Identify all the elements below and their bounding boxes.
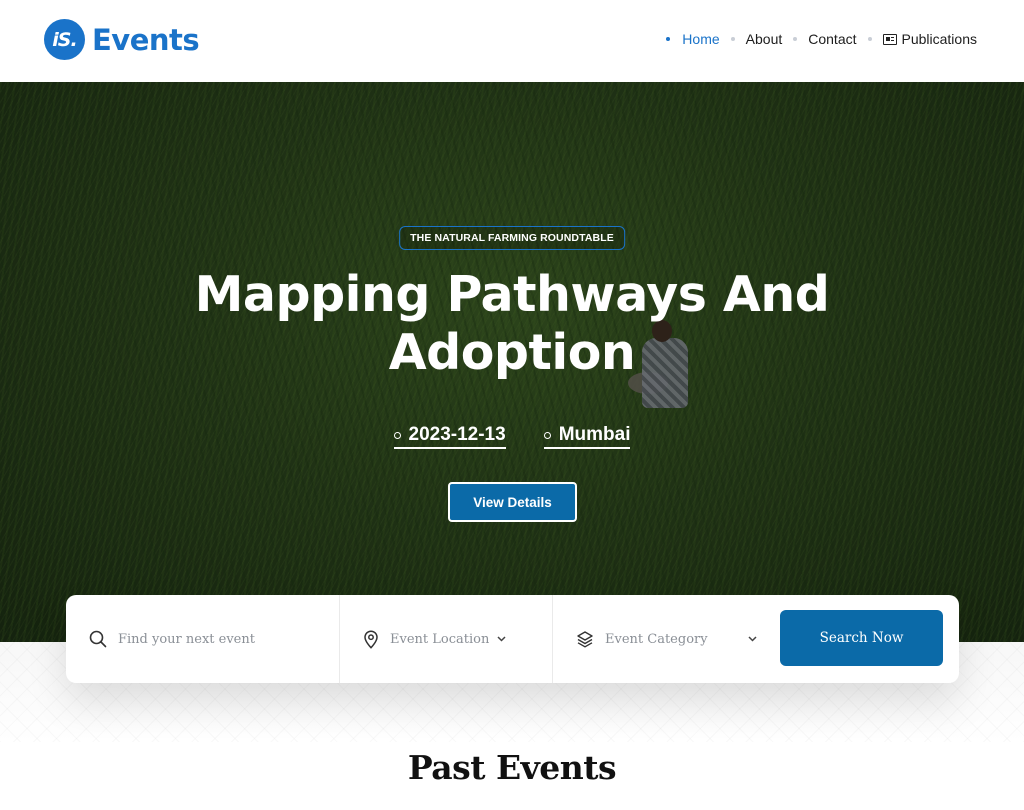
category-placeholder: Event Category — [605, 631, 708, 647]
circle-bullet-icon — [543, 431, 551, 439]
layers-icon — [576, 630, 594, 648]
nav-item-home[interactable]: Home — [666, 31, 720, 47]
nav-item-contact[interactable]: Contact — [808, 31, 856, 47]
nav-separator-icon — [793, 37, 798, 41]
circle-bullet-icon — [393, 431, 401, 439]
location-placeholder: Event Location — [390, 631, 490, 647]
nav-item-label: Home — [682, 31, 720, 47]
nav-item-about[interactable]: About — [746, 31, 783, 47]
category-select[interactable]: Event Category — [553, 595, 781, 683]
event-date[interactable]: 2023-12-13 — [393, 424, 506, 449]
hero-title: Mapping Pathways And Adoption — [0, 266, 1024, 382]
newspaper-icon — [882, 33, 897, 45]
location-select[interactable]: Event Location — [340, 595, 553, 683]
main-nav: Home About Contact Publications — [666, 31, 977, 47]
search-placeholder: Find your next event — [118, 631, 255, 647]
site-logo[interactable]: iS. Events — [44, 19, 200, 60]
nav-item-label: Publications — [901, 31, 978, 47]
hero-title-line: Mapping Pathways And — [194, 266, 830, 323]
hero-title-line: Adoption — [388, 324, 636, 381]
section-title: Past Events — [407, 748, 617, 787]
nav-item-label: About — [745, 31, 783, 47]
nav-separator-icon — [867, 37, 872, 41]
nav-bullet-icon — [666, 37, 671, 41]
logo-text: Events — [92, 22, 200, 57]
chevron-down-icon — [497, 634, 506, 645]
nav-item-publications[interactable]: Publications — [882, 31, 978, 47]
map-pin-icon — [363, 629, 379, 649]
chevron-down-icon — [748, 634, 757, 645]
search-now-button[interactable]: Search Now — [780, 610, 943, 666]
search-icon — [89, 630, 107, 648]
event-meta: 2023-12-13 Mumbai — [0, 424, 1024, 449]
site-header: iS. Events Home About Contact Publicatio… — [0, 0, 1024, 82]
event-location[interactable]: Mumbai — [543, 424, 631, 449]
view-details-button[interactable]: View Details — [448, 482, 577, 522]
nav-separator-icon — [730, 37, 735, 41]
search-input[interactable]: Find your next event — [66, 595, 340, 683]
nav-item-label: Contact — [808, 31, 857, 47]
event-category-tag: THE NATURAL FARMING ROUNDTABLE — [399, 226, 625, 250]
event-date-text: 2023-12-13 — [408, 424, 506, 445]
logo-badge: iS. — [44, 19, 85, 60]
event-location-text: Mumbai — [558, 424, 631, 445]
event-search-bar: Find your next event Event Location Even… — [66, 595, 959, 683]
